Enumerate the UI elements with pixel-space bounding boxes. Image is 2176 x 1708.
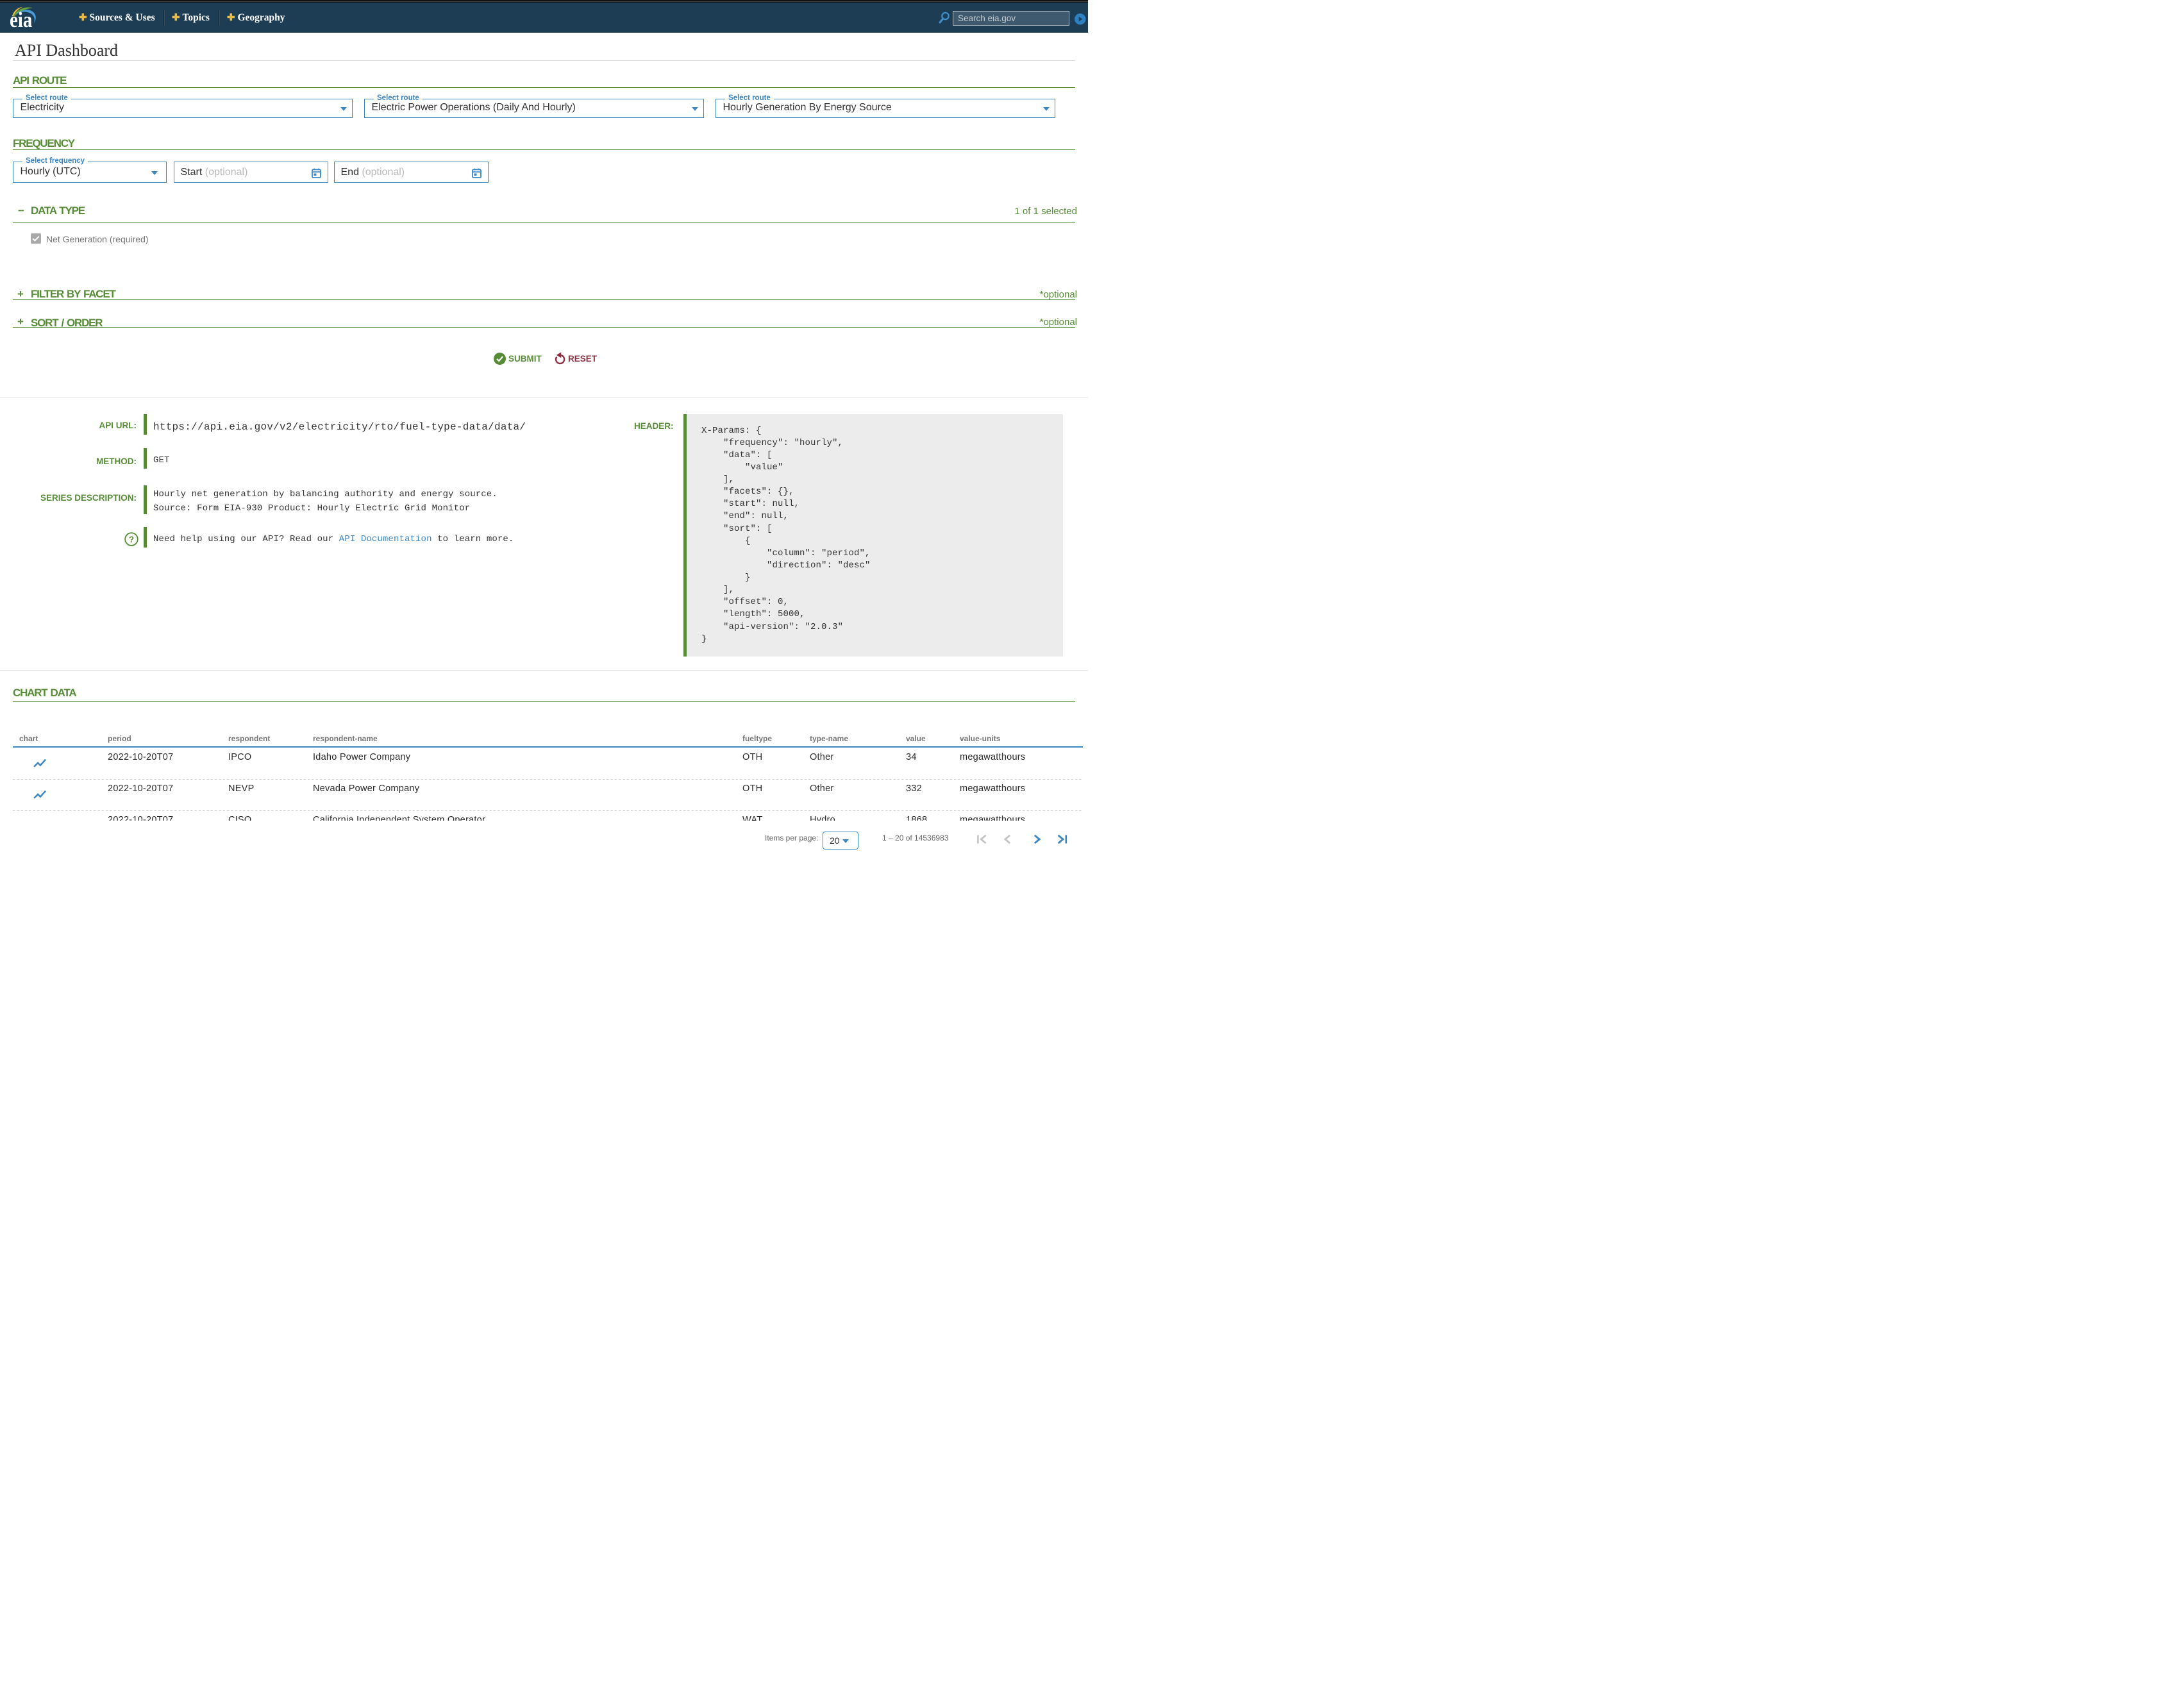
svg-text:eia: eia xyxy=(10,8,33,32)
svg-text:?: ? xyxy=(129,535,134,544)
